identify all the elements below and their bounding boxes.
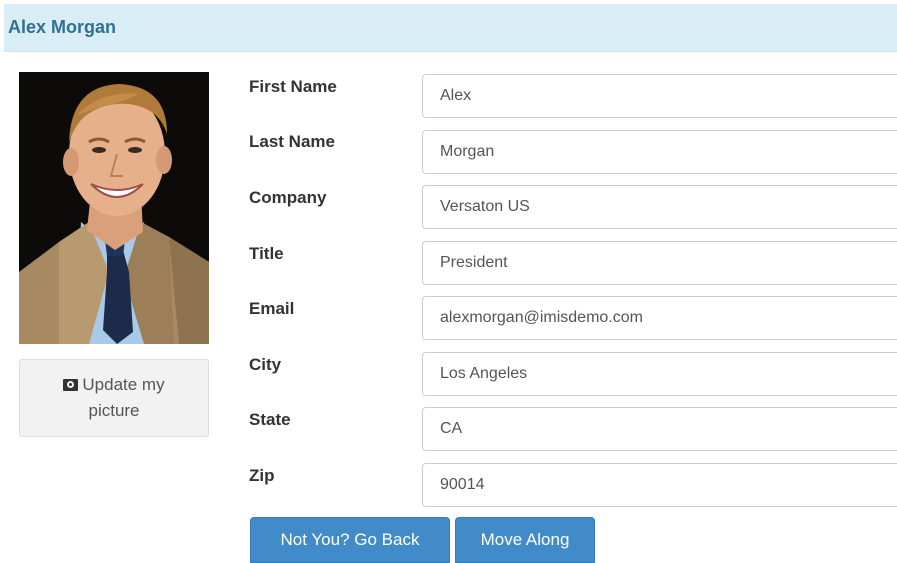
last-name-field[interactable]: Morgan xyxy=(422,130,897,174)
title-label: Title xyxy=(249,244,284,263)
first-name-field[interactable]: Alex xyxy=(422,74,897,118)
city-label: City xyxy=(249,355,282,374)
title-field[interactable]: President xyxy=(422,241,897,285)
profile-photo xyxy=(19,72,209,344)
email-label: Email xyxy=(249,299,295,318)
go-back-button[interactable]: Not You? Go Back xyxy=(250,517,450,563)
update-picture-label-line1: Update my xyxy=(82,375,165,394)
city-field[interactable]: Los Angeles xyxy=(422,352,897,396)
email-field[interactable]: alexmorgan@imisdemo.com xyxy=(422,296,897,340)
update-picture-label-line2: picture xyxy=(88,401,140,420)
state-field[interactable]: CA xyxy=(422,407,897,451)
company-label: Company xyxy=(249,188,327,207)
last-name-label: Last Name xyxy=(249,132,335,151)
zip-field[interactable]: 90014 xyxy=(422,463,897,507)
first-name-label: First Name xyxy=(249,77,337,96)
update-picture-button[interactable]: Update my picture xyxy=(19,359,209,437)
move-along-button[interactable]: Move Along xyxy=(455,517,595,563)
company-field[interactable]: Versaton US xyxy=(422,185,897,229)
state-label: State xyxy=(249,410,291,429)
page-title: Alex Morgan xyxy=(8,17,117,37)
zip-label: Zip xyxy=(249,466,275,485)
page-header: Alex Morgan xyxy=(4,4,897,52)
camera-icon xyxy=(63,379,79,391)
